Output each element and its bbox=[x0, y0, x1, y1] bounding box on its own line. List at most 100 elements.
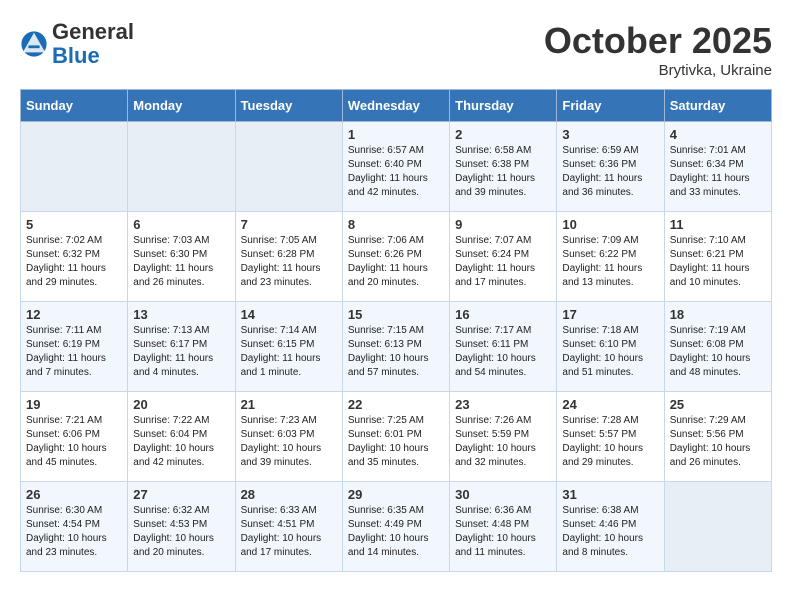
day-number: 4 bbox=[670, 127, 766, 142]
day-info: Sunrise: 6:36 AM Sunset: 4:48 PM Dayligh… bbox=[455, 504, 551, 560]
day-number: 12 bbox=[26, 307, 122, 322]
weekday-header-wednesday: Wednesday bbox=[342, 90, 449, 122]
calendar-cell: 27 Sunrise: 6:32 AM Sunset: 4:53 PM Dayli… bbox=[128, 482, 235, 572]
day-number: 24 bbox=[562, 397, 658, 412]
day-info: Sunrise: 6:32 AM Sunset: 4:53 PM Dayligh… bbox=[133, 504, 229, 560]
day-number: 27 bbox=[133, 487, 229, 502]
calendar-cell: 30 Sunrise: 6:36 AM Sunset: 4:48 PM Dayli… bbox=[450, 482, 557, 572]
day-number: 17 bbox=[562, 307, 658, 322]
day-info: Sunrise: 7:28 AM Sunset: 5:57 PM Dayligh… bbox=[562, 414, 658, 470]
day-info: Sunrise: 6:38 AM Sunset: 4:46 PM Dayligh… bbox=[562, 504, 658, 560]
day-info: Sunrise: 7:22 AM Sunset: 6:04 PM Dayligh… bbox=[133, 414, 229, 470]
day-number: 13 bbox=[133, 307, 229, 322]
calendar-cell: 23 Sunrise: 7:26 AM Sunset: 5:59 PM Dayli… bbox=[450, 392, 557, 482]
day-info: Sunrise: 7:17 AM Sunset: 6:11 PM Dayligh… bbox=[455, 324, 551, 380]
calendar-cell: 12Sunrise: 7:11 AM Sunset: 6:19 PM Dayli… bbox=[21, 302, 128, 392]
calendar-cell: 31 Sunrise: 6:38 AM Sunset: 4:46 PM Dayli… bbox=[557, 482, 664, 572]
day-number: 31 bbox=[562, 487, 658, 502]
calendar-cell: 14 Sunrise: 7:14 AM Sunset: 6:15 PM Dayli… bbox=[235, 302, 342, 392]
calendar-cell bbox=[128, 122, 235, 212]
calendar-cell: 5 Sunrise: 7:02 AM Sunset: 6:32 PM Daylig… bbox=[21, 212, 128, 302]
day-number: 23 bbox=[455, 397, 551, 412]
day-info: Sunrise: 6:57 AM Sunset: 6:40 PM Dayligh… bbox=[348, 144, 444, 200]
day-number: 11 bbox=[670, 217, 766, 232]
weekday-header-friday: Friday bbox=[557, 90, 664, 122]
calendar-week-row: 26 Sunrise: 6:30 AM Sunset: 4:54 PM Dayli… bbox=[21, 482, 772, 572]
calendar-cell: 28 Sunrise: 6:33 AM Sunset: 4:51 PM Dayli… bbox=[235, 482, 342, 572]
calendar-cell: 26 Sunrise: 6:30 AM Sunset: 4:54 PM Dayli… bbox=[21, 482, 128, 572]
day-info: Sunrise: 7:29 AM Sunset: 5:56 PM Dayligh… bbox=[670, 414, 766, 470]
day-number: 28 bbox=[241, 487, 337, 502]
day-number: 3 bbox=[562, 127, 658, 142]
calendar-cell: 21Sunrise: 7:23 AM Sunset: 6:03 PM Dayli… bbox=[235, 392, 342, 482]
calendar-cell bbox=[664, 482, 771, 572]
day-number: 29 bbox=[348, 487, 444, 502]
calendar-cell: 19Sunrise: 7:21 AM Sunset: 6:06 PM Dayli… bbox=[21, 392, 128, 482]
calendar-week-row: 5 Sunrise: 7:02 AM Sunset: 6:32 PM Daylig… bbox=[21, 212, 772, 302]
calendar-cell: 9Sunrise: 7:07 AM Sunset: 6:24 PM Daylig… bbox=[450, 212, 557, 302]
weekday-header-monday: Monday bbox=[128, 90, 235, 122]
weekday-header-sunday: Sunday bbox=[21, 90, 128, 122]
day-info: Sunrise: 7:10 AM Sunset: 6:21 PM Dayligh… bbox=[670, 234, 766, 290]
day-number: 14 bbox=[241, 307, 337, 322]
day-info: Sunrise: 7:19 AM Sunset: 6:08 PM Dayligh… bbox=[670, 324, 766, 380]
calendar-cell: 22 Sunrise: 7:25 AM Sunset: 6:01 PM Dayli… bbox=[342, 392, 449, 482]
day-number: 7 bbox=[241, 217, 337, 232]
day-number: 9 bbox=[455, 217, 551, 232]
day-number: 15 bbox=[348, 307, 444, 322]
calendar-cell: 16 Sunrise: 7:17 AM Sunset: 6:11 PM Dayli… bbox=[450, 302, 557, 392]
month-title: October 2025 bbox=[544, 20, 772, 62]
day-number: 30 bbox=[455, 487, 551, 502]
calendar-week-row: 12Sunrise: 7:11 AM Sunset: 6:19 PM Dayli… bbox=[21, 302, 772, 392]
calendar-cell: 18Sunrise: 7:19 AM Sunset: 6:08 PM Dayli… bbox=[664, 302, 771, 392]
day-number: 21 bbox=[241, 397, 337, 412]
calendar-cell: 8 Sunrise: 7:06 AM Sunset: 6:26 PM Daylig… bbox=[342, 212, 449, 302]
calendar-cell bbox=[21, 122, 128, 212]
day-info: Sunrise: 7:06 AM Sunset: 6:26 PM Dayligh… bbox=[348, 234, 444, 290]
calendar-cell: 4 Sunrise: 7:01 AM Sunset: 6:34 PM Daylig… bbox=[664, 122, 771, 212]
calendar-week-row: 1Sunrise: 6:57 AM Sunset: 6:40 PM Daylig… bbox=[21, 122, 772, 212]
calendar-cell: 7 Sunrise: 7:05 AM Sunset: 6:28 PM Daylig… bbox=[235, 212, 342, 302]
day-info: Sunrise: 7:02 AM Sunset: 6:32 PM Dayligh… bbox=[26, 234, 122, 290]
calendar-cell: 6Sunrise: 7:03 AM Sunset: 6:30 PM Daylig… bbox=[128, 212, 235, 302]
logo-text: General Blue bbox=[52, 20, 134, 68]
day-number: 2 bbox=[455, 127, 551, 142]
weekday-header-tuesday: Tuesday bbox=[235, 90, 342, 122]
day-info: Sunrise: 7:03 AM Sunset: 6:30 PM Dayligh… bbox=[133, 234, 229, 290]
title-block: October 2025 Brytivka, Ukraine bbox=[544, 20, 772, 79]
day-number: 5 bbox=[26, 217, 122, 232]
day-number: 22 bbox=[348, 397, 444, 412]
day-info: Sunrise: 7:26 AM Sunset: 5:59 PM Dayligh… bbox=[455, 414, 551, 470]
day-number: 20 bbox=[133, 397, 229, 412]
calendar-cell: 20 Sunrise: 7:22 AM Sunset: 6:04 PM Dayli… bbox=[128, 392, 235, 482]
logo-icon bbox=[20, 30, 48, 58]
day-info: Sunrise: 7:18 AM Sunset: 6:10 PM Dayligh… bbox=[562, 324, 658, 380]
calendar-table: SundayMondayTuesdayWednesdayThursdayFrid… bbox=[20, 89, 772, 572]
calendar-cell: 15 Sunrise: 7:15 AM Sunset: 6:13 PM Dayli… bbox=[342, 302, 449, 392]
weekday-header-saturday: Saturday bbox=[664, 90, 771, 122]
logo: General Blue bbox=[20, 20, 134, 68]
calendar-cell: 17 Sunrise: 7:18 AM Sunset: 6:10 PM Dayli… bbox=[557, 302, 664, 392]
day-info: Sunrise: 7:01 AM Sunset: 6:34 PM Dayligh… bbox=[670, 144, 766, 200]
day-number: 8 bbox=[348, 217, 444, 232]
day-number: 25 bbox=[670, 397, 766, 412]
day-info: Sunrise: 7:14 AM Sunset: 6:15 PM Dayligh… bbox=[241, 324, 337, 380]
page-header: General Blue October 2025 Brytivka, Ukra… bbox=[20, 20, 772, 79]
day-info: Sunrise: 6:33 AM Sunset: 4:51 PM Dayligh… bbox=[241, 504, 337, 560]
day-info: Sunrise: 7:25 AM Sunset: 6:01 PM Dayligh… bbox=[348, 414, 444, 470]
day-info: Sunrise: 7:15 AM Sunset: 6:13 PM Dayligh… bbox=[348, 324, 444, 380]
day-info: Sunrise: 6:35 AM Sunset: 4:49 PM Dayligh… bbox=[348, 504, 444, 560]
day-info: Sunrise: 6:30 AM Sunset: 4:54 PM Dayligh… bbox=[26, 504, 122, 560]
day-number: 19 bbox=[26, 397, 122, 412]
day-number: 26 bbox=[26, 487, 122, 502]
calendar-cell: 13 Sunrise: 7:13 AM Sunset: 6:17 PM Dayli… bbox=[128, 302, 235, 392]
location-subtitle: Brytivka, Ukraine bbox=[544, 62, 772, 79]
weekday-header-thursday: Thursday bbox=[450, 90, 557, 122]
calendar-cell: 11 Sunrise: 7:10 AM Sunset: 6:21 PM Dayli… bbox=[664, 212, 771, 302]
day-info: Sunrise: 7:05 AM Sunset: 6:28 PM Dayligh… bbox=[241, 234, 337, 290]
calendar-cell: 29 Sunrise: 6:35 AM Sunset: 4:49 PM Dayli… bbox=[342, 482, 449, 572]
calendar-week-row: 19Sunrise: 7:21 AM Sunset: 6:06 PM Dayli… bbox=[21, 392, 772, 482]
calendar-cell: 3Sunrise: 6:59 AM Sunset: 6:36 PM Daylig… bbox=[557, 122, 664, 212]
day-info: Sunrise: 7:13 AM Sunset: 6:17 PM Dayligh… bbox=[133, 324, 229, 380]
day-number: 16 bbox=[455, 307, 551, 322]
